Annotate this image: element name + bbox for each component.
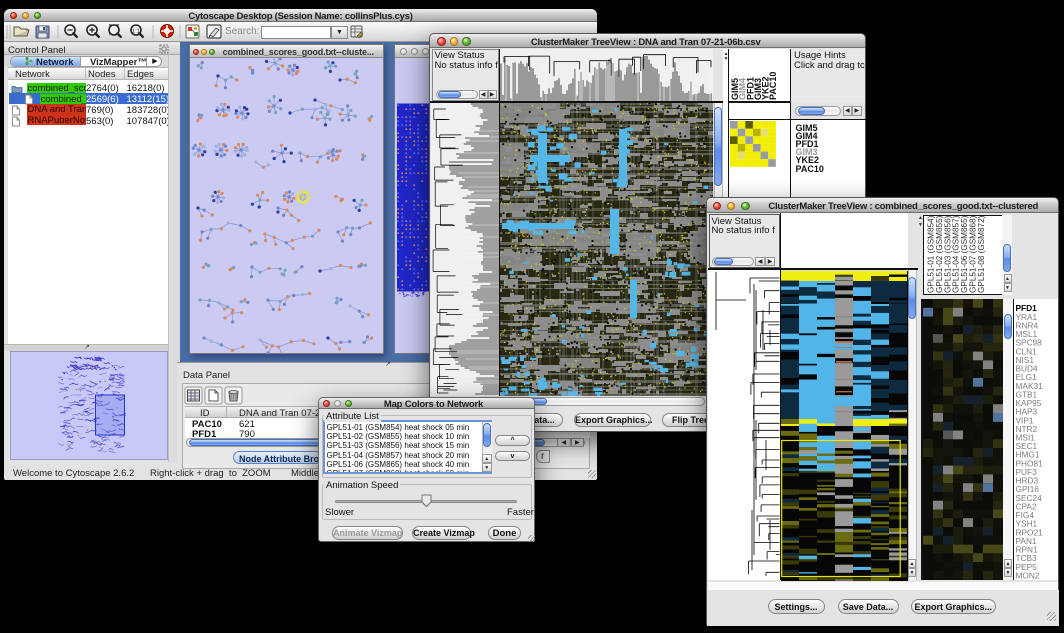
svg-text:PAC10: PAC10 [768,71,778,99]
svg-text:MON2: MON2 [1016,570,1040,580]
svg-text:Search:: Search: [225,26,259,37]
svg-text:1:1: 1:1 [132,29,140,35]
svg-text:GPL51-08 (GSM872): GPL51-08 (GSM872) [977,215,986,293]
